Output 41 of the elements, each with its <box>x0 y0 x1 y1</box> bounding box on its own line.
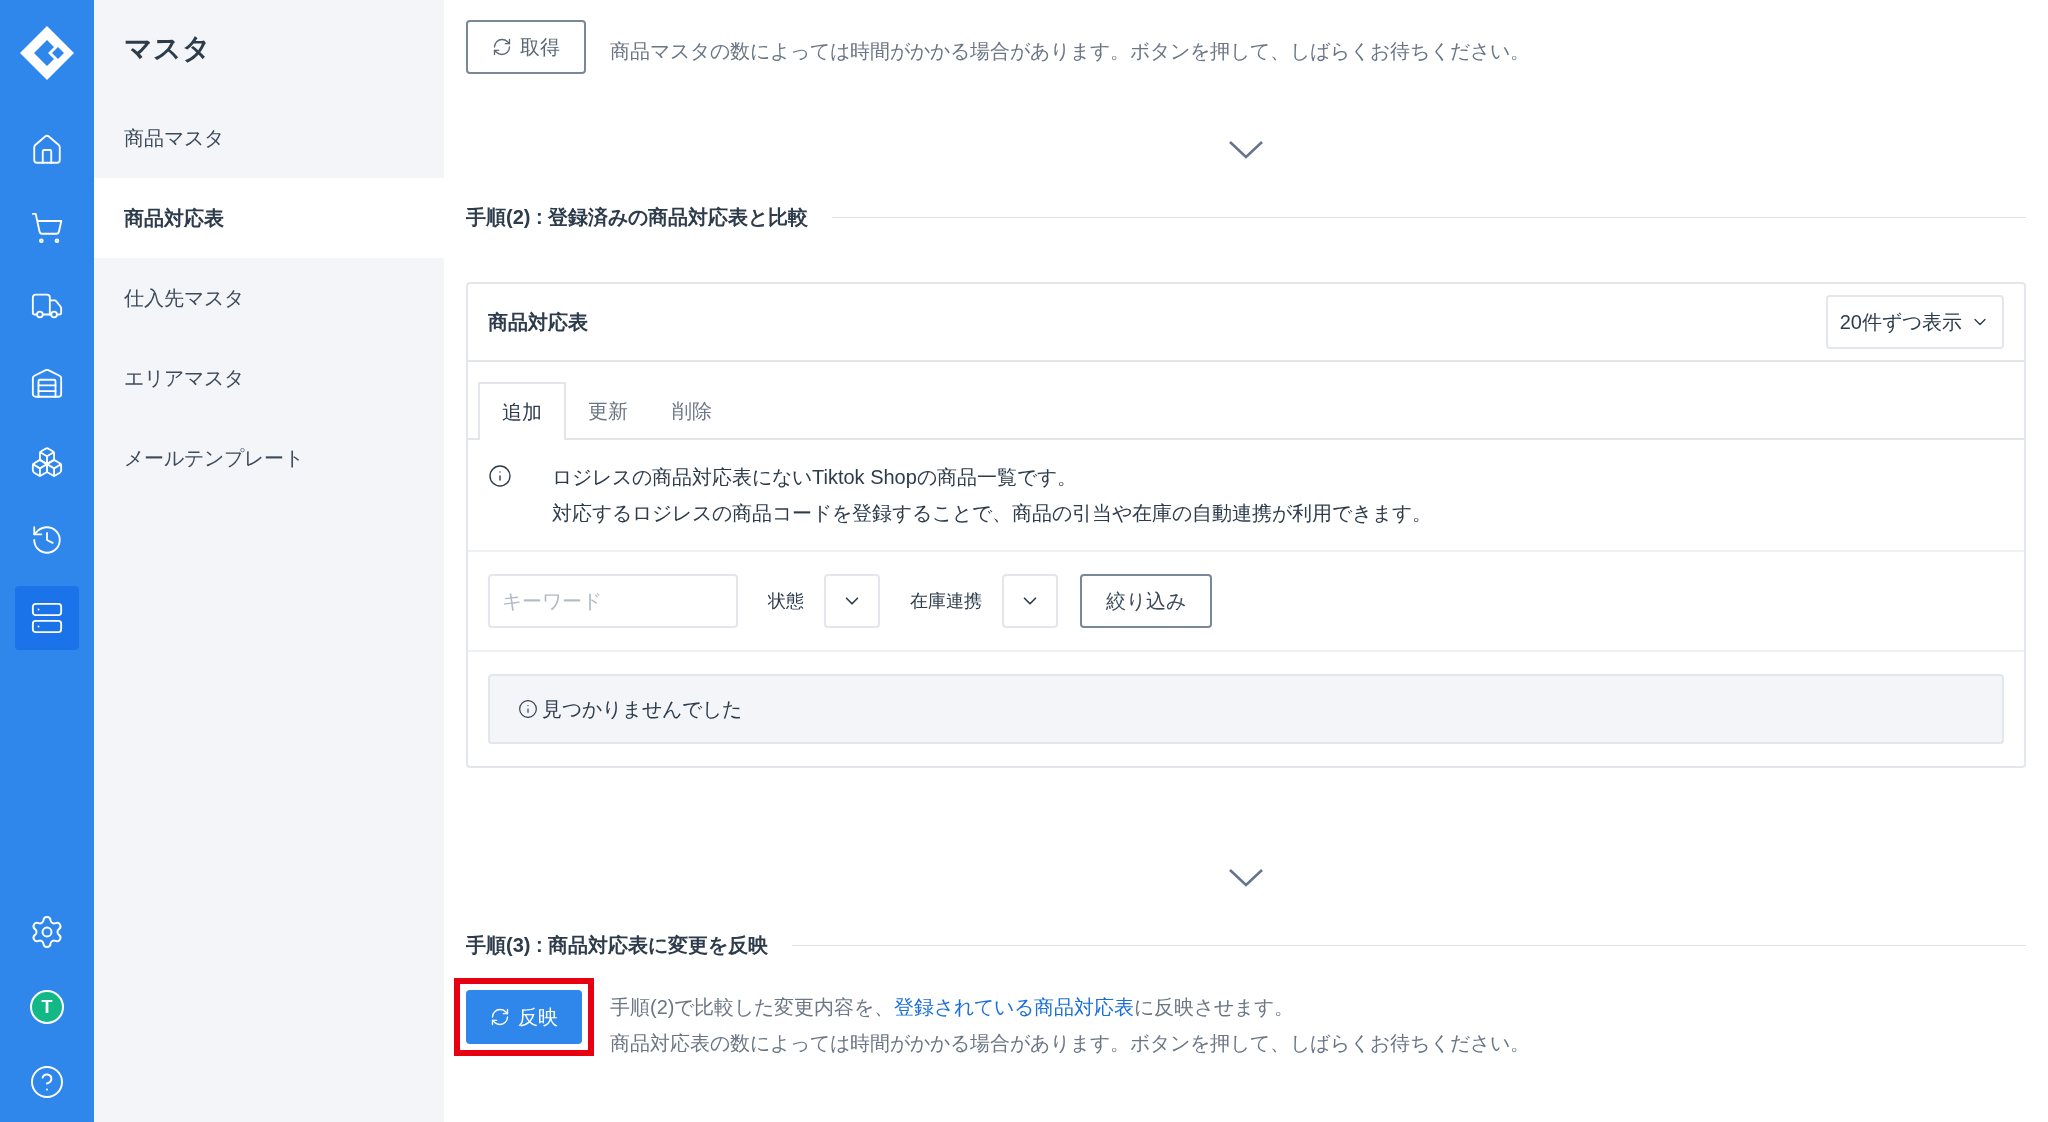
info-icon <box>518 699 538 719</box>
tab[interactable]: 追加 <box>478 382 566 440</box>
apply-button[interactable]: 反映 <box>466 990 582 1044</box>
refresh-icon <box>492 37 512 57</box>
fetch-button[interactable]: 取得 <box>466 20 586 74</box>
history-icon <box>30 523 64 557</box>
tab[interactable]: 更新 <box>566 382 650 440</box>
section-heading: 手順(2) : 登録済みの商品対応表と比較 <box>466 205 809 230</box>
info-icon <box>488 464 512 488</box>
stock-sync-label: 在庫連携 <box>910 589 982 613</box>
list-icon-button[interactable] <box>15 586 79 650</box>
status-label: 状態 <box>768 589 804 613</box>
section-heading: 手順(3) : 商品対応表に変更を反映 <box>466 933 769 958</box>
page-size-select[interactable]: 20件ずつ表示 <box>1825 295 2004 349</box>
refresh-icon <box>490 1007 510 1027</box>
tab[interactable]: 削除 <box>650 382 734 440</box>
warehouse-icon <box>30 367 64 401</box>
sidebar-item[interactable]: メールテンプレート <box>94 418 444 498</box>
info-text: 対応するロジレスの商品コードを登録することで、商品の引当や在庫の自動連携が利用できます。 <box>552 501 1432 526</box>
help-icon[interactable] <box>29 1064 65 1100</box>
sidebar-item[interactable]: 商品対応表 <box>94 178 444 258</box>
apply-note: 商品対応表の数によっては時間がかかる場合があります。ボタンを押して、しばらくお待ちください。 <box>610 1031 1530 1056</box>
home-icon <box>30 133 64 167</box>
chevron-down-icon <box>1228 140 1264 160</box>
logo-icon <box>18 24 76 82</box>
sidebar-item[interactable]: 商品マスタ <box>94 98 444 178</box>
fetch-note: 商品マスタの数によっては時間がかかる場合があります。ボタンを押して、しばらくお待ちください。 <box>610 39 1530 64</box>
empty-message: 見つかりませんでした <box>542 697 742 722</box>
cart-icon <box>30 211 64 245</box>
card-title: 商品対応表 <box>488 310 588 335</box>
list-icon <box>30 601 64 635</box>
sidebar-item[interactable]: 仕入先マスタ <box>94 258 444 338</box>
sidebar-item[interactable]: エリアマスタ <box>94 338 444 418</box>
filter-button[interactable]: 絞り込み <box>1080 574 1212 628</box>
keyword-field[interactable]: キーワード <box>488 574 738 628</box>
boxes-icon <box>30 445 64 479</box>
apply-note: 手順(2)で比較した変更内容を、登録されている商品対応表に反映させます。 <box>610 995 1296 1020</box>
sidebar-title: マスタ <box>123 32 212 66</box>
mapping-link[interactable]: 登録されている商品対応表 <box>894 996 1135 1018</box>
info-text: ロジレスの商品対応表にないTiktok Shopの商品一覧です。 <box>552 465 1078 490</box>
chevron-down-icon <box>1228 868 1264 888</box>
